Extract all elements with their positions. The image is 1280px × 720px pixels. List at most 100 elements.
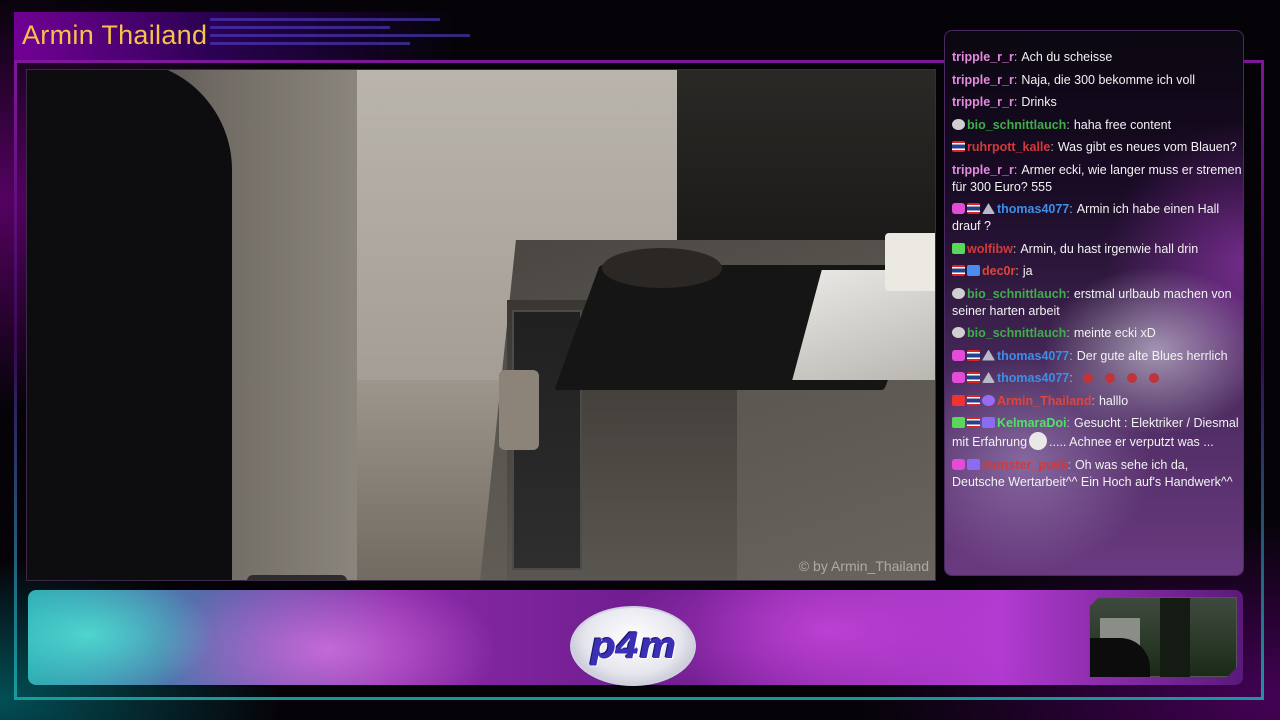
chat-separator: : — [1067, 457, 1071, 472]
chat-username[interactable]: tripple_r_r — [952, 163, 1014, 177]
crown-badge-icon — [982, 349, 995, 361]
chat-separator: : — [1015, 264, 1019, 278]
chat-message: tripple_r_r: Drinks — [952, 94, 1242, 111]
thai-flag-icon — [967, 203, 980, 214]
emote-icon — [1148, 373, 1159, 383]
chat-message: tripple_r_r: Armer ecki, wie langer muss … — [952, 162, 1242, 196]
banner-stripe — [210, 42, 410, 45]
chat-message: Armin_Thailand: halllo — [952, 393, 1242, 410]
chat-message: thomas4077: Armin ich habe einen Hall dra… — [952, 201, 1242, 235]
chat-message: KelmaraDoi: Gesucht : Elektriker / Diesma… — [952, 415, 1242, 451]
chat-separator: : — [1012, 241, 1017, 256]
chat-message-list: tripple_r_r: Ach du scheisse tripple_r_r: N… — [952, 49, 1242, 496]
ghost-emote-icon — [1029, 432, 1048, 450]
chat-username[interactable]: bio_schnittlauch — [967, 326, 1066, 340]
thai-flag-icon — [952, 141, 965, 152]
chat-message: thomas4077: — [952, 370, 1242, 387]
chat-separator: : — [1066, 286, 1070, 301]
chat-username[interactable]: Armin_Thailand — [997, 394, 1091, 408]
webcam-thumbnail — [1089, 597, 1237, 677]
thai-flag-icon — [967, 394, 980, 406]
chat-message: bio_schnittlauch: erstmal urlbaub machen … — [952, 286, 1242, 320]
chat-username[interactable]: tripple_r_r — [952, 95, 1014, 109]
chat-text: ..... Achnee er verputzt was ... — [1049, 435, 1214, 449]
chat-text: Naja, die 300 bekomme ich voll — [1021, 72, 1196, 87]
chat-text: Was gibt es neues vom Blauen? — [1057, 140, 1237, 154]
chat-text: Der gute alte Blues herrlich — [1076, 348, 1228, 363]
banner-stripe — [210, 34, 470, 37]
chat-message: dec0r: ja — [952, 263, 1242, 280]
chat-message: wolfibw: Armin, du hast irgenwie hall dri… — [952, 241, 1242, 258]
thai-flag-icon — [967, 417, 980, 428]
muted-badge-icon — [952, 327, 965, 338]
chat-text: halllo — [1098, 393, 1129, 408]
camera-badge-icon — [952, 394, 965, 406]
chat-message: bio_schnittlauch: meinte ecki xD — [952, 325, 1242, 342]
video-watermark: © by Armin_Thailand — [798, 558, 929, 574]
chat-message: ruhrpott_kalle: Was gibt es neues vom Bla… — [952, 139, 1242, 156]
vip-badge-icon — [967, 458, 980, 470]
chat-separator: : — [1013, 50, 1018, 64]
p4m-logo: p4m — [570, 606, 696, 686]
heart-badge-icon — [952, 349, 965, 361]
vip-badge-icon — [982, 417, 995, 428]
heart-badge-icon — [952, 372, 965, 383]
chat-separator: : — [1066, 416, 1070, 430]
chat-panel[interactable]: tripple_r_r: Ach du scheisse tripple_r_r: N… — [944, 30, 1244, 576]
chat-message: tripple_r_r: Naja, die 300 bekomme ich vo… — [952, 72, 1242, 89]
verified-badge-icon — [982, 394, 995, 406]
video-scene-pan — [602, 248, 722, 288]
banner-stripe — [210, 18, 440, 21]
emote-icon — [1082, 373, 1093, 383]
emote-icon — [1126, 373, 1137, 383]
cam-scene-arm — [1090, 638, 1150, 678]
chat-text: haha free content — [1073, 117, 1172, 132]
chat-username[interactable]: KelmaraDoi — [997, 416, 1066, 430]
chat-separator: : — [1091, 393, 1095, 408]
chat-username[interactable]: bio_schnittlauch — [967, 287, 1066, 301]
chat-text: meinte ecki xD — [1073, 326, 1156, 340]
chat-separator: : — [1066, 326, 1070, 340]
video-player[interactable]: © by Armin_Thailand — [26, 69, 936, 581]
thai-flag-icon — [952, 265, 965, 276]
chat-separator: : — [1069, 371, 1073, 385]
chat-username[interactable]: tripple_r_r — [952, 73, 1014, 87]
chat-message: monster_pu66: Oh was sehe ich da, Deutsch… — [952, 457, 1242, 491]
heart-badge-icon — [952, 203, 965, 214]
chat-message: tripple_r_r: Ach du scheisse — [952, 49, 1242, 66]
chat-text: Ach du scheisse — [1021, 50, 1113, 64]
chat-username[interactable]: thomas4077 — [997, 202, 1069, 216]
chat-separator: : — [1066, 117, 1070, 132]
video-scene-towel — [499, 370, 539, 450]
chat-separator: : — [1013, 95, 1018, 109]
muted-badge-icon — [952, 287, 965, 299]
chat-username[interactable]: dec0r — [982, 264, 1015, 278]
chat-message: bio_schnittlauch: haha free content — [952, 117, 1242, 134]
chat-message: thomas4077: Der gute alte Blues herrlich — [952, 348, 1242, 365]
chat-username[interactable]: thomas4077 — [997, 371, 1069, 385]
thai-flag-icon — [967, 349, 980, 361]
chat-text: Armin, du hast irgenwie hall drin — [1020, 241, 1199, 256]
video-scene-tub — [885, 233, 935, 291]
cam-scene-tree — [1160, 598, 1190, 678]
chat-username[interactable]: bio_schnittlauch — [967, 118, 1066, 132]
chat-username[interactable]: wolfibw — [967, 242, 1013, 256]
muted-badge-icon — [952, 118, 965, 130]
crown-badge-icon — [982, 203, 995, 214]
chat-separator: : — [1013, 72, 1018, 87]
chat-username[interactable]: ruhrpott_kalle — [967, 140, 1050, 154]
chat-username[interactable]: monster_pu66 — [982, 458, 1067, 472]
banner-stripe — [210, 26, 390, 29]
heart-badge-icon — [952, 458, 965, 470]
logo-text: p4m — [590, 626, 676, 667]
chat-text: ja — [1022, 264, 1033, 278]
chat-username[interactable]: tripple_r_r — [952, 50, 1014, 64]
chat-separator: : — [1013, 162, 1018, 177]
gift-badge-icon — [967, 265, 980, 276]
crown-badge-icon — [982, 372, 995, 383]
chat-text: Drinks — [1021, 95, 1057, 109]
chat-separator: : — [1069, 202, 1073, 216]
chat-username[interactable]: thomas4077 — [997, 349, 1069, 363]
chat-separator: : — [1069, 348, 1073, 363]
emote-icon — [1104, 373, 1115, 383]
